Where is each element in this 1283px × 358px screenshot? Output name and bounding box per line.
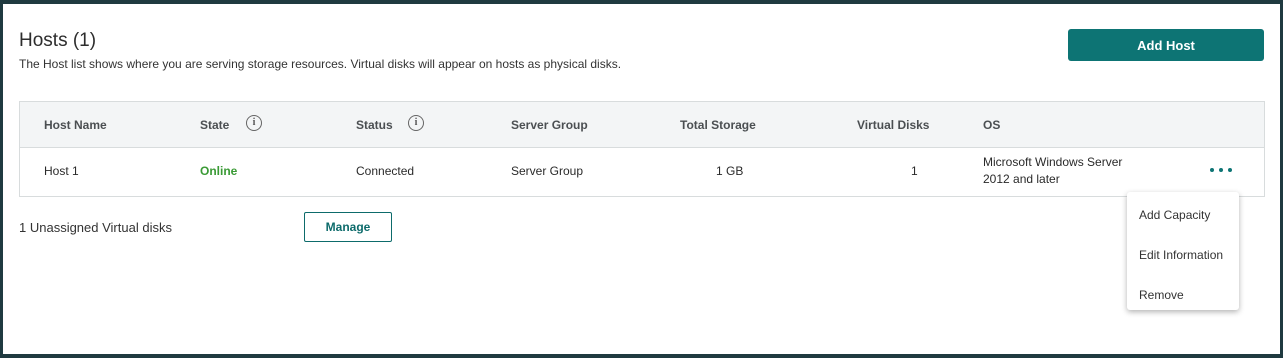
status-cell: Connected xyxy=(356,164,415,178)
state-info-icon[interactable]: i xyxy=(246,115,262,131)
hosts-panel: Hosts (1) The Host list shows where you … xyxy=(3,4,1280,354)
menu-item-edit-information[interactable]: Edit Information xyxy=(1139,248,1223,262)
column-header-total-storage[interactable]: Total Storage xyxy=(680,118,756,132)
os-cell: Microsoft Windows Server 2012 and later xyxy=(983,154,1143,188)
menu-item-add-capacity[interactable]: Add Capacity xyxy=(1139,208,1210,222)
more-actions-icon[interactable] xyxy=(1210,166,1232,174)
os-line-1: Microsoft Windows Server xyxy=(983,155,1123,169)
state-cell: Online xyxy=(200,164,238,178)
total-storage-cell: 1 GB xyxy=(716,164,744,178)
column-header-os[interactable]: OS xyxy=(983,118,1000,132)
manage-button[interactable]: Manage xyxy=(304,212,392,242)
page-description: The Host list shows where you are servin… xyxy=(19,57,622,71)
add-host-button[interactable]: Add Host xyxy=(1068,29,1264,61)
column-header-state[interactable]: State xyxy=(200,118,229,132)
column-header-host-name[interactable]: Host Name xyxy=(44,118,107,132)
status-info-icon[interactable]: i xyxy=(408,115,424,131)
column-header-server-group[interactable]: Server Group xyxy=(511,118,588,132)
row-actions-menu: Add Capacity Edit Information Remove xyxy=(1127,192,1239,310)
menu-item-remove[interactable]: Remove xyxy=(1139,288,1184,302)
column-header-status[interactable]: Status xyxy=(356,118,393,132)
host-name-cell[interactable]: Host 1 xyxy=(44,164,79,178)
virtual-disks-cell: 1 xyxy=(911,164,918,178)
server-group-cell: Server Group xyxy=(511,164,584,178)
table-header: Host Name State i Status i Server Group … xyxy=(20,102,1264,148)
page-title: Hosts (1) xyxy=(19,30,97,51)
os-line-2: 2012 and later xyxy=(983,172,1060,186)
hosts-table: Host Name State i Status i Server Group … xyxy=(19,101,1265,197)
unassigned-disks-text: 1 Unassigned Virtual disks xyxy=(19,220,172,235)
column-header-virtual-disks[interactable]: Virtual Disks xyxy=(857,118,929,132)
